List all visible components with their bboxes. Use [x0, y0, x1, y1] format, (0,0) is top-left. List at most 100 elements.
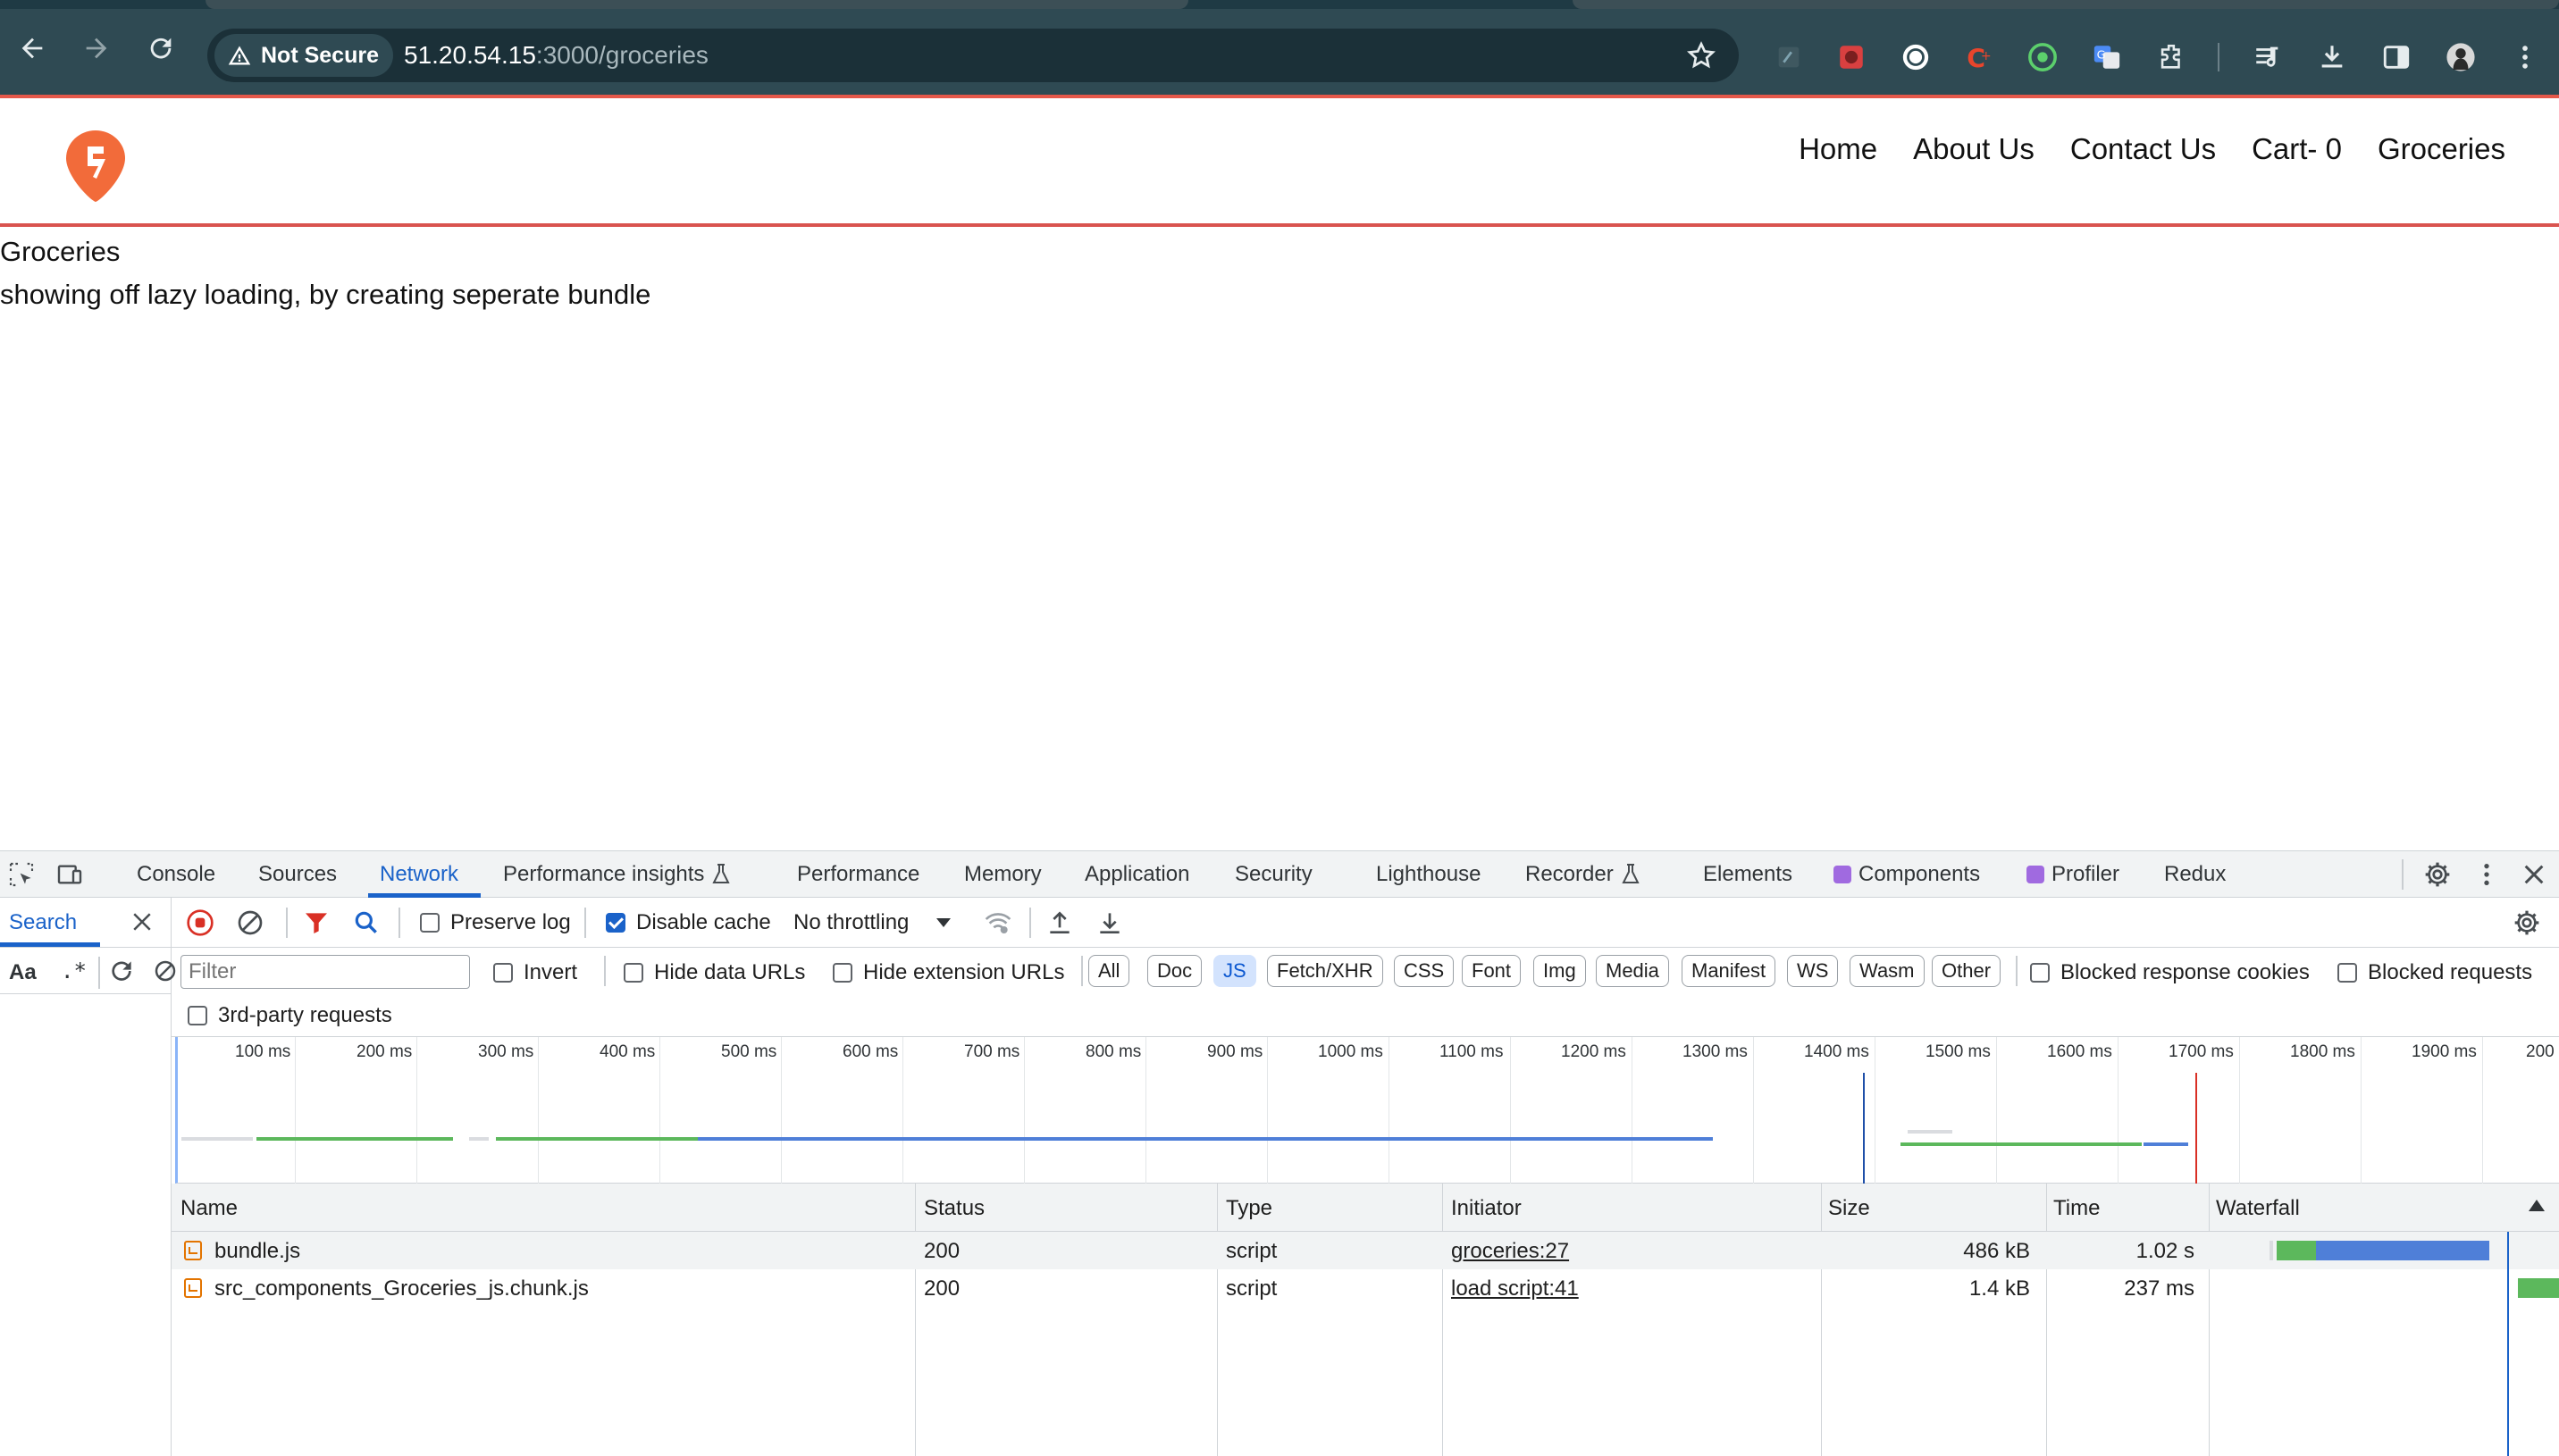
tab-recorder[interactable]: Recorder: [1525, 862, 1640, 887]
hide-extension-urls-checkbox[interactable]: Hide extension URLs: [833, 960, 1064, 985]
profile-avatar[interactable]: [2445, 41, 2477, 73]
type-filter-img[interactable]: Img: [1533, 955, 1586, 987]
back-button[interactable]: [13, 29, 52, 68]
close-devtools-icon[interactable]: [2520, 860, 2548, 889]
type-filter-js[interactable]: JS: [1213, 955, 1256, 987]
clear-log-icon[interactable]: [236, 908, 264, 937]
extensions-puzzle-icon[interactable]: [2155, 41, 2187, 73]
table-row[interactable]: bundle.js 200 script groceries:27 486 kB…: [172, 1232, 2559, 1269]
type-filter-ws[interactable]: WS: [1787, 955, 1839, 987]
column-header-waterfall[interactable]: Waterfall: [2216, 1196, 2300, 1221]
import-har-icon[interactable]: [1045, 908, 1074, 937]
extension-c-icon[interactable]: C +: [1962, 41, 1994, 73]
request-name[interactable]: bundle.js: [214, 1239, 300, 1264]
type-filter-wasm[interactable]: Wasm: [1850, 955, 1925, 987]
nav-groceries[interactable]: Groceries: [2378, 132, 2505, 166]
export-har-icon[interactable]: [1095, 908, 1124, 937]
type-filter-css[interactable]: CSS: [1394, 955, 1455, 987]
tab-elements[interactable]: Elements: [1703, 862, 1792, 887]
nav-contact-us[interactable]: Contact Us: [2070, 132, 2216, 166]
reload-button[interactable]: [141, 29, 180, 68]
request-name[interactable]: src_components_Groceries_js.chunk.js: [214, 1276, 589, 1301]
preserve-log-box[interactable]: [420, 913, 440, 933]
column-header-name[interactable]: Name: [180, 1196, 238, 1221]
filter-funnel-icon[interactable]: [302, 908, 331, 937]
swiggy-logo-icon[interactable]: [66, 130, 125, 202]
device-toolbar-icon[interactable]: [55, 860, 84, 889]
security-indicator[interactable]: Not Secure: [214, 34, 393, 77]
invert-checkbox[interactable]: Invert: [493, 960, 577, 985]
hide-data-urls-box[interactable]: [624, 963, 643, 983]
blocked-requests-box[interactable]: [2337, 963, 2357, 983]
tab-redux[interactable]: Redux: [2164, 862, 2226, 887]
media-queue-icon[interactable]: [2252, 41, 2284, 73]
nav-about-us[interactable]: About Us: [1913, 132, 2035, 166]
network-conditions-icon[interactable]: [983, 908, 1013, 937]
tab-network[interactable]: Network: [380, 862, 458, 887]
request-initiator-link[interactable]: load script:41: [1451, 1276, 1579, 1301]
tab-sources[interactable]: Sources: [258, 862, 337, 887]
browser-tab[interactable]: [1573, 0, 2559, 9]
type-filter-fetch-xhr[interactable]: Fetch/XHR: [1267, 955, 1383, 987]
close-search-icon[interactable]: [129, 908, 155, 935]
tab-console[interactable]: Console: [137, 862, 215, 887]
tab-performance[interactable]: Performance: [797, 862, 919, 887]
filter-input[interactable]: [180, 955, 470, 989]
extension-circle-icon[interactable]: [1900, 41, 1932, 73]
address-bar[interactable]: Not Secure 51.20.54.15:3000/groceries: [207, 29, 1739, 82]
extension-bug-icon[interactable]: [1835, 41, 1867, 73]
browser-menu-icon[interactable]: [2509, 41, 2541, 73]
blocked-response-cookies-box[interactable]: [2030, 963, 2050, 983]
tab-security[interactable]: Security: [1235, 862, 1313, 887]
type-filter-other[interactable]: Other: [1932, 955, 2001, 987]
blocked-requests-checkbox[interactable]: Blocked requests: [2337, 960, 2532, 985]
regex-toggle[interactable]: .*: [61, 958, 87, 983]
column-divider[interactable]: [2046, 1184, 2047, 1456]
tab-profiler[interactable]: Profiler: [2026, 862, 2119, 887]
download-icon[interactable]: [2316, 41, 2348, 73]
tab-lighthouse[interactable]: Lighthouse: [1376, 862, 1481, 887]
throttling-select[interactable]: No throttling: [793, 910, 952, 935]
third-party-checkbox[interactable]: 3rd-party requests: [188, 1003, 392, 1028]
extension-edit-icon[interactable]: [1773, 41, 1805, 73]
column-header-initiator[interactable]: Initiator: [1451, 1196, 1522, 1221]
bookmark-star-icon[interactable]: [1685, 39, 1717, 71]
browser-tab[interactable]: [206, 0, 1188, 9]
more-options-icon[interactable]: [2472, 860, 2501, 889]
type-filter-manifest[interactable]: Manifest: [1682, 955, 1776, 987]
url-text[interactable]: 51.20.54.15:3000/groceries: [404, 41, 709, 70]
blocked-response-cookies-checkbox[interactable]: Blocked response cookies: [2030, 960, 2310, 985]
request-initiator-link[interactable]: groceries:27: [1451, 1239, 1569, 1264]
type-filter-all[interactable]: All: [1088, 955, 1130, 987]
column-divider[interactable]: [1821, 1184, 1822, 1456]
column-divider[interactable]: [1442, 1184, 1443, 1456]
disable-cache-checkbox[interactable]: Disable cache: [606, 910, 771, 935]
column-header-status[interactable]: Status: [924, 1196, 985, 1221]
column-divider[interactable]: [915, 1184, 916, 1456]
match-case-toggle[interactable]: Aa: [9, 960, 37, 985]
side-panel-icon[interactable]: [2380, 41, 2412, 73]
third-party-box[interactable]: [188, 1006, 207, 1025]
search-tab[interactable]: Search: [9, 910, 77, 935]
hide-data-urls-checkbox[interactable]: Hide data URLs: [624, 960, 805, 985]
invert-box[interactable]: [493, 963, 513, 983]
column-header-time[interactable]: Time: [2053, 1196, 2100, 1221]
column-header-size[interactable]: Size: [1828, 1196, 1870, 1221]
column-header-type[interactable]: Type: [1226, 1196, 1272, 1221]
sort-ascending-icon[interactable]: [2529, 1200, 2545, 1211]
tab-memory[interactable]: Memory: [964, 862, 1042, 887]
column-divider[interactable]: [2209, 1184, 2210, 1456]
nav-home[interactable]: Home: [1799, 132, 1877, 166]
type-filter-doc[interactable]: Doc: [1147, 955, 1203, 987]
tab-components[interactable]: Components: [1833, 862, 1980, 887]
type-filter-media[interactable]: Media: [1596, 955, 1669, 987]
disable-cache-box[interactable]: [606, 913, 625, 933]
preserve-log-checkbox[interactable]: Preserve log: [420, 910, 571, 935]
tab-application[interactable]: Application: [1085, 862, 1189, 887]
refresh-search-icon[interactable]: [107, 957, 136, 985]
tab-performance-insights[interactable]: Performance insights: [503, 862, 731, 887]
nav-cart[interactable]: Cart- 0: [2252, 132, 2342, 166]
extension-target-icon[interactable]: [2026, 41, 2059, 73]
network-settings-gear-icon[interactable]: [2513, 908, 2541, 937]
inspect-element-icon[interactable]: [7, 860, 36, 889]
